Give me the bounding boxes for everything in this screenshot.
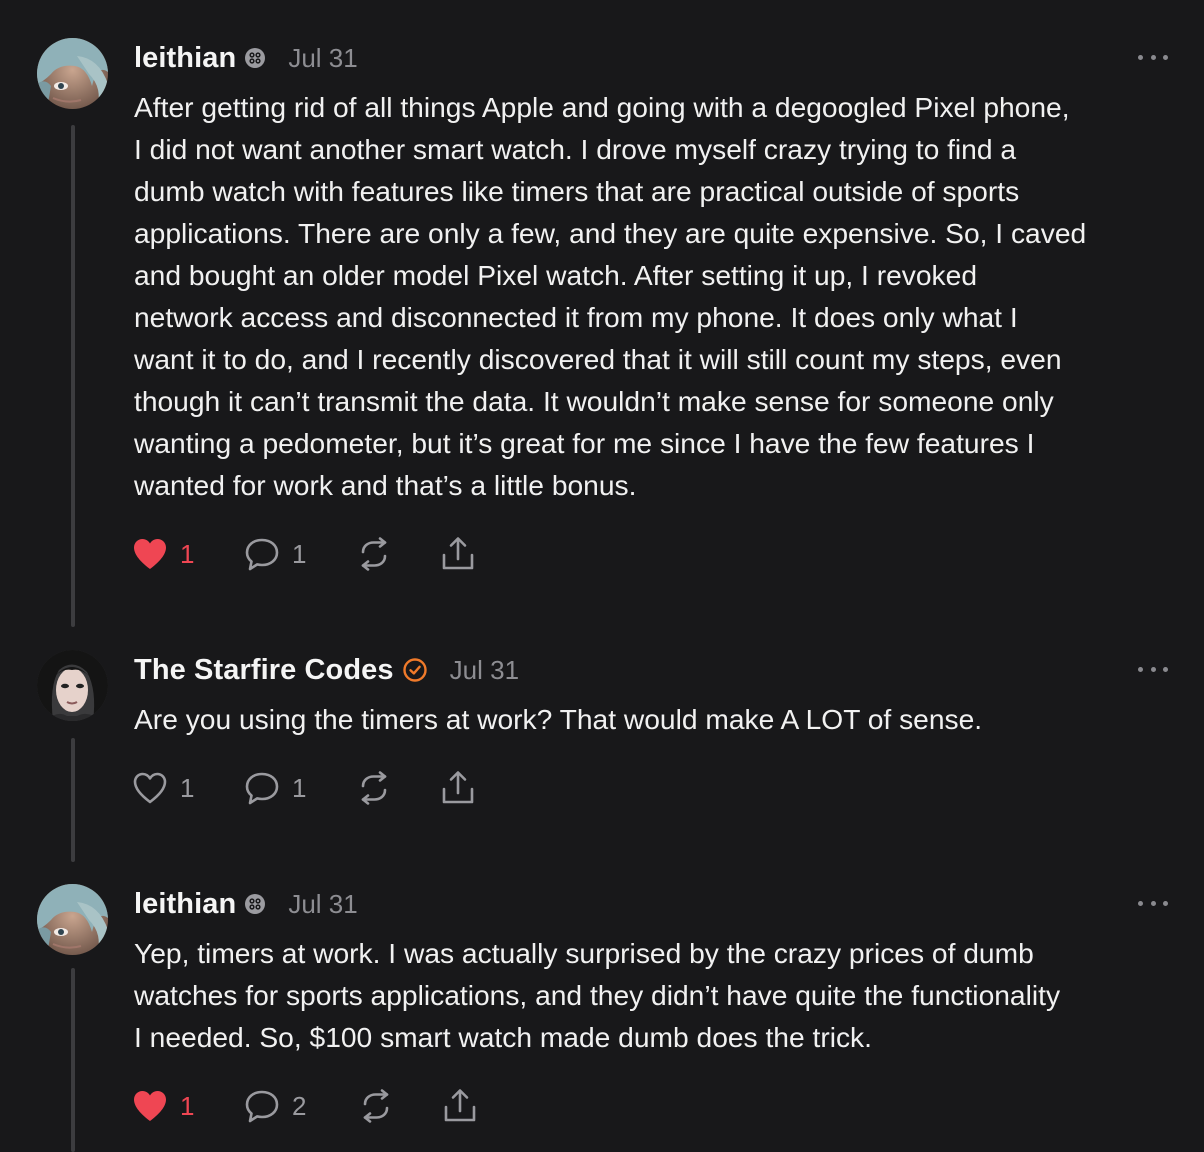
reply-count: 1 [292, 538, 307, 569]
share-button[interactable] [442, 1086, 478, 1126]
like-count: 1 [180, 1090, 195, 1121]
share-icon [444, 1089, 476, 1122]
share-icon [442, 537, 474, 570]
post-date[interactable]: Jul 31 [288, 889, 357, 920]
repost-button[interactable] [358, 1086, 394, 1126]
avatar[interactable] [37, 38, 108, 109]
post-date[interactable]: Jul 31 [288, 43, 357, 74]
reply-count: 1 [292, 772, 307, 803]
thread-line [71, 125, 75, 627]
more-options-icon[interactable] [1138, 893, 1168, 913]
share-icon [442, 771, 474, 804]
comment-text: After getting rid of all things Apple an… [134, 91, 1087, 501]
repost-icon [363, 1089, 389, 1123]
heart-outline-icon [133, 772, 167, 804]
share-button[interactable] [440, 768, 476, 808]
repost-icon [361, 537, 387, 571]
post-date[interactable]: Jul 31 [450, 655, 519, 686]
reply-button[interactable]: 1 [244, 534, 306, 574]
verified-badge-icon [402, 657, 428, 683]
like-button[interactable]: 1 [132, 1086, 194, 1126]
repost-icon [361, 771, 387, 805]
profile-badge-icon [244, 893, 266, 915]
share-button[interactable] [440, 534, 476, 574]
heart-filled-icon [134, 1091, 166, 1121]
like-count: 1 [180, 538, 195, 569]
avatar[interactable] [37, 884, 108, 955]
avatar[interactable] [37, 650, 108, 721]
reply-count: 2 [292, 1090, 307, 1121]
more-options-icon[interactable] [1138, 47, 1168, 67]
reply-button[interactable]: 1 [244, 768, 306, 808]
heart-filled-icon [134, 539, 166, 569]
reply-button[interactable]: 2 [244, 1086, 306, 1126]
comment-icon [245, 772, 279, 805]
more-options-icon[interactable] [1138, 659, 1168, 679]
profile-badge-icon [244, 47, 266, 69]
like-count: 1 [180, 772, 195, 803]
username[interactable]: The Starfire Codes [134, 654, 394, 687]
like-button[interactable]: 1 [132, 768, 194, 808]
thread-line [71, 968, 75, 1152]
comment-icon [245, 1090, 279, 1123]
comment-icon [245, 538, 279, 571]
like-button[interactable]: 1 [132, 534, 194, 574]
repost-button[interactable] [356, 768, 392, 808]
comment-text: Are you using the timers at work? That w… [134, 703, 983, 735]
username[interactable]: leithian [134, 42, 236, 75]
comment-text: Yep, timers at work. I was actually surp… [134, 937, 1061, 1053]
thread-line [71, 738, 75, 862]
repost-button[interactable] [356, 534, 392, 574]
username[interactable]: leithian [134, 888, 236, 921]
